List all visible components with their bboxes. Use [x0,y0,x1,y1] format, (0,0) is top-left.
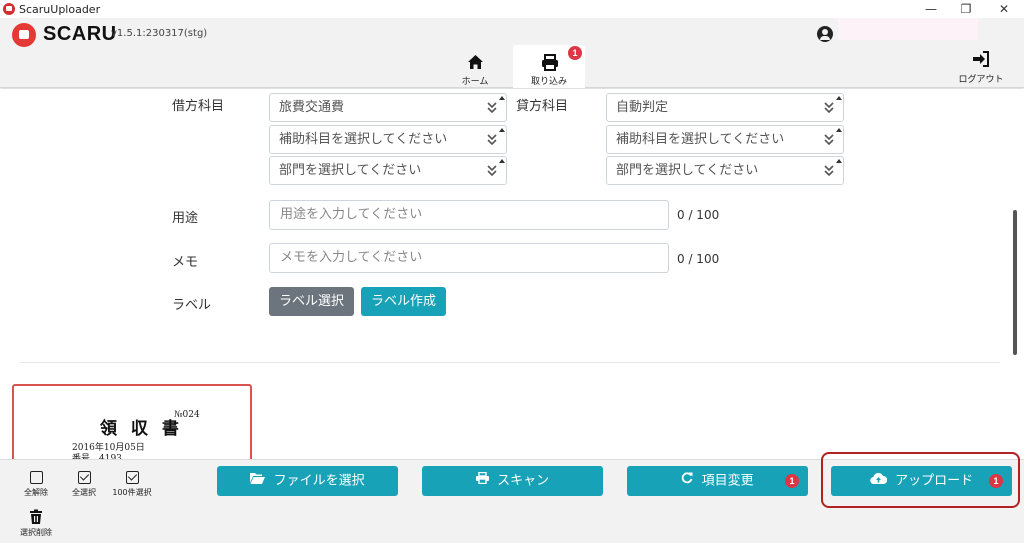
app-logo-icon [3,3,15,15]
home-icon [467,54,484,70]
restore-button[interactable]: ❐ [948,0,984,18]
bottom-toolbar: 全解除 全選択 100件選択 選択削除 ファイルを選択 スキャン 項目変更 1 [0,452,1024,543]
trash-icon [28,509,44,525]
scrollbar-thumb[interactable] [1013,210,1017,355]
minimize-button[interactable]: — [913,0,949,18]
scan-label: スキャン [497,473,550,489]
change-items-button[interactable]: 項目変更 1 [627,466,808,496]
delete-selected-label: 選択削除 [20,528,52,537]
upload-button[interactable]: アップロード 1 [831,466,1012,496]
checkbox-checked-icon [125,471,139,484]
cloud-upload-icon [870,466,888,496]
chevron-updown-icon [486,160,498,180]
create-label-button[interactable]: ラベル作成 [361,287,446,316]
change-items-badge: 1 [785,474,799,488]
select-label-button[interactable]: ラベル選択 [269,287,354,316]
scaru-logo-icon [12,23,36,47]
tab-home[interactable]: ホーム [439,45,511,88]
chevron-updown-icon [823,160,835,180]
resize-indicator-icon [836,159,842,163]
deselect-all-label: 全解除 [24,488,48,497]
logout-label: ログアウト [958,75,1004,85]
change-items-label: 項目変更 [701,473,754,489]
debit-account-value: 旅費交通費 [279,100,345,115]
debit-sub-account-value: 補助科目を選択してください [279,132,448,147]
credit-department-value: 部門を選択してください [616,163,759,178]
receipt-thumbnail[interactable]: №024 領 収 書 2016年10月05日 番号 4193 [12,384,252,459]
resize-indicator-icon [499,128,505,132]
purpose-label: 用途 [172,211,199,226]
checkbox-empty-icon [29,471,43,484]
window-title: ScaruUploader [19,2,101,16]
resize-indicator-icon [499,159,505,163]
import-count-badge: 1 [568,46,582,60]
memo-input[interactable]: メモを入力してください [269,243,669,273]
close-button[interactable]: ✕ [986,0,1022,18]
checkbox-checked-icon [77,471,91,484]
user-name-redacted [838,18,978,40]
printer-icon [541,54,559,71]
purpose-char-counter: 0 / 100 [677,208,720,222]
brand-name: SCARU [43,23,117,45]
resize-indicator-icon [836,128,842,132]
resize-indicator-icon [499,96,505,100]
debit-sub-account-select[interactable]: 補助科目を選択してください [269,125,507,154]
credit-account-select[interactable]: 自動判定 [606,93,844,122]
app-header: SCARU v1.5.1:230317(stg) ホーム 取り込み 1 ログアウ… [0,18,1024,88]
debit-account-label: 借方科目 [172,99,225,114]
printer-icon [475,466,489,496]
debit-account-select[interactable]: 旅費交通費 [269,93,507,122]
credit-sub-account-select[interactable]: 補助科目を選択してください [606,125,844,154]
resize-indicator-icon [836,96,842,100]
deselect-all-button[interactable]: 全解除 [14,471,58,498]
chevron-updown-icon [486,97,498,117]
app-version: v1.5.1:230317(stg) [111,28,208,39]
upload-label: アップロード [895,473,974,489]
user-account-icon[interactable] [817,26,833,42]
receipt-title: 領 収 書 [100,419,183,439]
scan-button[interactable]: スキャン [422,466,603,496]
logout-button[interactable]: ログアウト [951,51,1011,85]
tab-import-label: 取り込み [530,77,567,87]
select-file-label: ファイルを選択 [273,473,365,489]
folder-open-icon [250,466,266,496]
purpose-input[interactable]: 用途を入力してください [269,200,669,230]
chevron-updown-icon [486,129,498,149]
upload-badge: 1 [989,474,1003,488]
delete-selected-button[interactable]: 選択削除 [14,509,58,538]
section-divider [20,362,1000,363]
tab-home-label: ホーム [461,77,489,87]
chevron-updown-icon [823,97,835,117]
memo-label: メモ [172,255,199,270]
debit-department-select[interactable]: 部門を選択してください [269,156,507,185]
memo-char-counter: 0 / 100 [677,252,720,266]
credit-account-value: 自動判定 [616,100,669,115]
select-all-label: 全選択 [72,488,96,497]
select-file-button[interactable]: ファイルを選択 [217,466,398,496]
receipt-serial: 番号 4193 [72,454,122,459]
select-100-label: 100件選択 [112,488,152,497]
logout-icon [972,51,990,67]
select-100-button[interactable]: 100件選択 [108,471,156,498]
main-content: 借方科目 貸方科目 旅費交通費 補助科目を選択してください 部門を選択してくださ… [0,89,1012,459]
app-window: ScaruUploader — ❐ ✕ SCARU v1.5.1:230317(… [0,0,1024,543]
label-field-label: ラベル [172,298,212,313]
credit-department-select[interactable]: 部門を選択してください [606,156,844,185]
refresh-icon [681,466,693,496]
chevron-updown-icon [823,129,835,149]
credit-account-label: 貸方科目 [516,99,569,114]
select-all-button[interactable]: 全選択 [62,471,106,498]
debit-department-value: 部門を選択してください [279,163,422,178]
credit-sub-account-value: 補助科目を選択してください [616,132,785,147]
title-bar: ScaruUploader — ❐ ✕ [0,0,1024,18]
